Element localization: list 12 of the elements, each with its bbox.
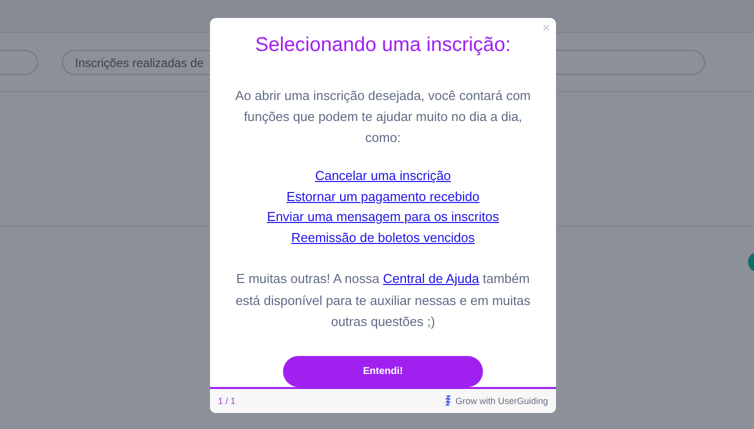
feature-link[interactable]: Estornar um pagamento recebido — [286, 186, 480, 207]
brand-logo-icon — [445, 395, 452, 406]
step-counter: 1 / 1 — [218, 396, 236, 406]
feature-link[interactable]: Cancelar uma inscrição — [315, 166, 451, 186]
understood-button[interactable]: Entendi! — [283, 356, 483, 386]
help-center-link[interactable]: Central de Ajuda — [383, 271, 480, 286]
feature-link[interactable]: Reemissão de boletos vencidos — [291, 228, 475, 248]
intro-text: Ao abrir uma inscrição desejada, você contará com funções que podem te ajudar muito no dia a dia, como: — [234, 87, 532, 147]
modal-title: Selecionando uma inscrição: — [255, 34, 511, 57]
outro-text: E muitas outras! A nossa Central de Ajuda também está disponível para te auxiliar nessas e em muitas outras questões ;) — [234, 270, 532, 331]
branding-link[interactable]: Grow with UserGuiding — [455, 396, 548, 406]
feature-link[interactable]: Enviar uma mensagem para os inscritos — [267, 207, 499, 228]
